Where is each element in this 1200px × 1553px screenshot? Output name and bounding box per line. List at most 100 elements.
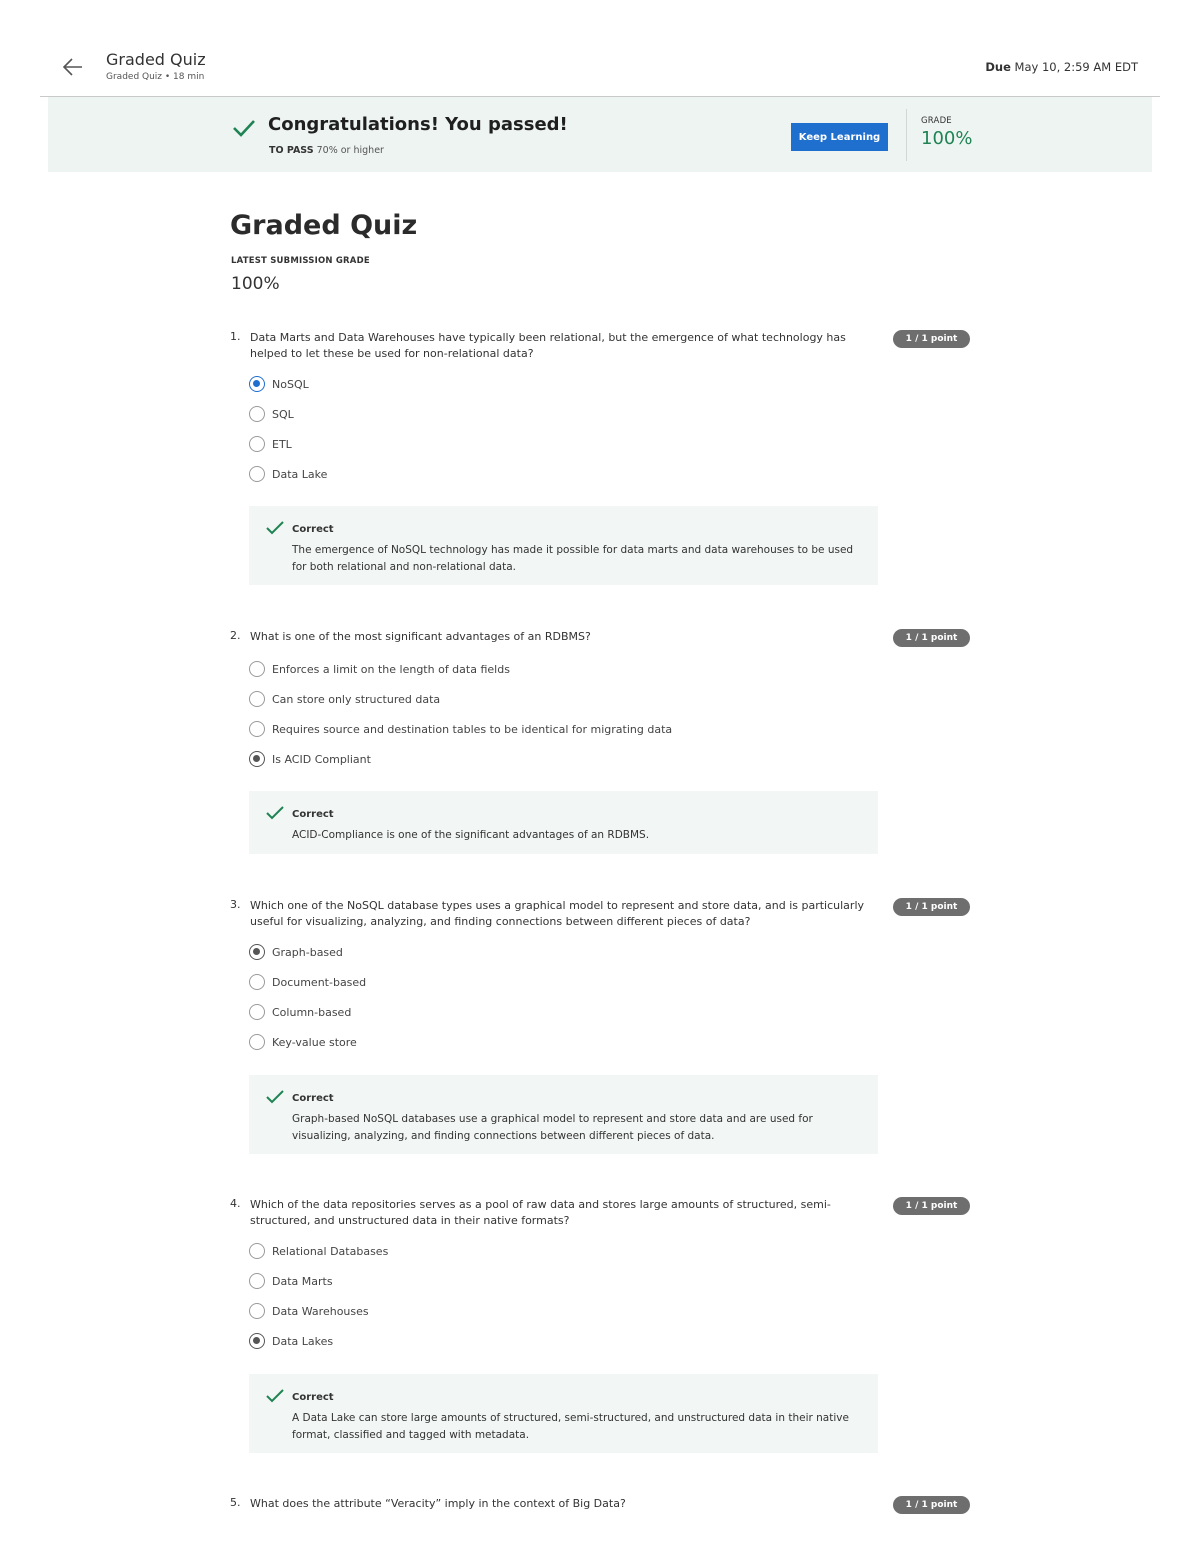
option-label: Relational Databases <box>272 1244 389 1258</box>
feedback-title: Correct <box>292 809 334 820</box>
answer-option[interactable]: Is ACID Compliant <box>249 750 371 768</box>
checkmark-icon <box>233 120 255 137</box>
radio[interactable] <box>249 1034 265 1050</box>
option-label: SQL <box>272 407 294 421</box>
radio[interactable] <box>249 661 265 677</box>
option-label: NoSQL <box>272 377 309 391</box>
radio[interactable] <box>249 466 265 482</box>
radio[interactable] <box>249 691 265 707</box>
option-label: Data Lakes <box>272 1334 334 1348</box>
question-1: 1. Data Marts and Data Warehouses have t… <box>230 330 970 590</box>
radio[interactable] <box>249 1243 265 1259</box>
feedback-text: The emergence of NoSQL technology has ma… <box>292 544 854 573</box>
question-number: 2. <box>230 629 241 642</box>
feedback-box: Correct The emergence of NoSQL technolog… <box>249 506 878 585</box>
feedback-text: ACID-Compliance is one of the significan… <box>292 829 650 841</box>
question-number: 4. <box>230 1197 241 1210</box>
question-text: Which of the data repositories serves as… <box>250 1198 831 1227</box>
feedback-box: Correct Graph-based NoSQL databases use … <box>249 1075 878 1154</box>
question-text: What is one of the most significant adva… <box>250 630 591 643</box>
to-pass-label: TO PASS <box>269 145 314 156</box>
question-number: 5. <box>230 1496 241 1509</box>
keep-learning-button[interactable]: Keep Learning <box>791 123 888 151</box>
answer-option[interactable]: Column-based <box>249 1003 351 1021</box>
radio[interactable] <box>249 406 265 422</box>
option-label: Column-based <box>272 1005 352 1019</box>
answer-option[interactable]: Graph-based <box>249 943 343 961</box>
radio[interactable] <box>249 436 265 452</box>
option-label: Requires source and destination tables t… <box>272 722 673 736</box>
latest-grade-value: 100% <box>231 274 280 294</box>
radio-selected[interactable] <box>249 1333 265 1349</box>
question-number: 1. <box>230 330 241 343</box>
page-title: Graded Quiz <box>230 210 418 241</box>
checkmark-icon <box>266 806 284 820</box>
points-badge: 1 / 1 point <box>893 629 970 647</box>
question-2: 2. What is one of the most significant a… <box>230 629 970 859</box>
radio[interactable] <box>249 1273 265 1289</box>
answer-option[interactable]: Can store only structured data <box>249 690 440 708</box>
answer-option[interactable]: Data Marts <box>249 1272 333 1290</box>
radio-selected[interactable] <box>249 751 265 767</box>
feedback-box: Correct ACID-Compliance is one of the si… <box>249 791 878 854</box>
checkmark-icon <box>266 1090 284 1104</box>
answer-option[interactable]: Document-based <box>249 973 366 991</box>
answer-option[interactable]: Requires source and destination tables t… <box>249 720 672 738</box>
radio[interactable] <box>249 1004 265 1020</box>
header-title: Graded Quiz <box>106 50 206 69</box>
points-badge: 1 / 1 point <box>893 1496 970 1514</box>
header-subtitle: Graded Quiz • 18 min <box>106 72 205 82</box>
option-label: Enforces a limit on the length of data f… <box>272 662 510 676</box>
answer-option[interactable]: Relational Databases <box>249 1242 388 1260</box>
feedback-text: Graph-based NoSQL databases use a graphi… <box>292 1113 813 1142</box>
answer-option[interactable]: Data Lake <box>249 465 327 483</box>
option-label: Data Lake <box>272 467 328 481</box>
radio[interactable] <box>249 1303 265 1319</box>
question-3: 3. Which one of the NoSQL database types… <box>230 898 970 1158</box>
option-label: Is ACID Compliant <box>272 752 371 766</box>
divider <box>906 109 907 161</box>
feedback-box: Correct A Data Lake can store large amou… <box>249 1374 878 1453</box>
checkmark-icon <box>266 1389 284 1403</box>
question-number: 3. <box>230 898 241 911</box>
to-pass-info: TO PASS 70% or higher <box>269 145 384 156</box>
option-label: Data Warehouses <box>272 1304 369 1318</box>
question-text: What does the attribute “Veracity” imply… <box>250 1497 626 1510</box>
feedback-title: Correct <box>292 1093 334 1104</box>
radio[interactable] <box>249 974 265 990</box>
radio-selected[interactable] <box>249 944 265 960</box>
option-label: Can store only structured data <box>272 692 441 706</box>
points-badge: 1 / 1 point <box>893 330 970 348</box>
question-5: 5. What does the attribute “Veracity” im… <box>230 1496 970 1526</box>
due-label: Due <box>985 60 1011 74</box>
question-text: Which one of the NoSQL database types us… <box>250 899 865 928</box>
answer-option[interactable]: Data Lakes <box>249 1332 333 1350</box>
due-value: May 10, 2:59 AM EDT <box>1014 60 1138 74</box>
back-arrow-icon[interactable] <box>60 54 86 80</box>
pass-message: Congratulations! You passed! <box>268 114 568 135</box>
latest-grade-label: LATEST SUBMISSION GRADE <box>231 256 370 266</box>
option-label: Document-based <box>272 975 367 989</box>
option-label: Key-value store <box>272 1035 357 1049</box>
feedback-title: Correct <box>292 524 334 535</box>
checkmark-icon <box>266 521 284 535</box>
option-label: Graph-based <box>272 945 343 959</box>
option-label: Data Marts <box>272 1274 333 1288</box>
answer-option[interactable]: Enforces a limit on the length of data f… <box>249 660 510 678</box>
to-pass-value: 70% or higher <box>316 145 384 156</box>
answer-option[interactable]: Key-value store <box>249 1033 357 1051</box>
answer-option[interactable]: SQL <box>249 405 294 423</box>
points-badge: 1 / 1 point <box>893 898 970 916</box>
answer-option[interactable]: Data Warehouses <box>249 1302 369 1320</box>
radio-selected[interactable] <box>249 376 265 392</box>
question-text: Data Marts and Data Warehouses have typi… <box>250 331 846 360</box>
question-4: 4. Which of the data repositories serves… <box>230 1197 970 1457</box>
feedback-text: A Data Lake can store large amounts of s… <box>292 1412 849 1441</box>
grade-value: 100% <box>921 128 973 149</box>
radio[interactable] <box>249 721 265 737</box>
answer-option[interactable]: ETL <box>249 435 292 453</box>
answer-option[interactable]: NoSQL <box>249 375 309 393</box>
option-label: ETL <box>272 437 292 451</box>
grade-label: GRADE <box>921 116 952 126</box>
feedback-title: Correct <box>292 1392 334 1403</box>
